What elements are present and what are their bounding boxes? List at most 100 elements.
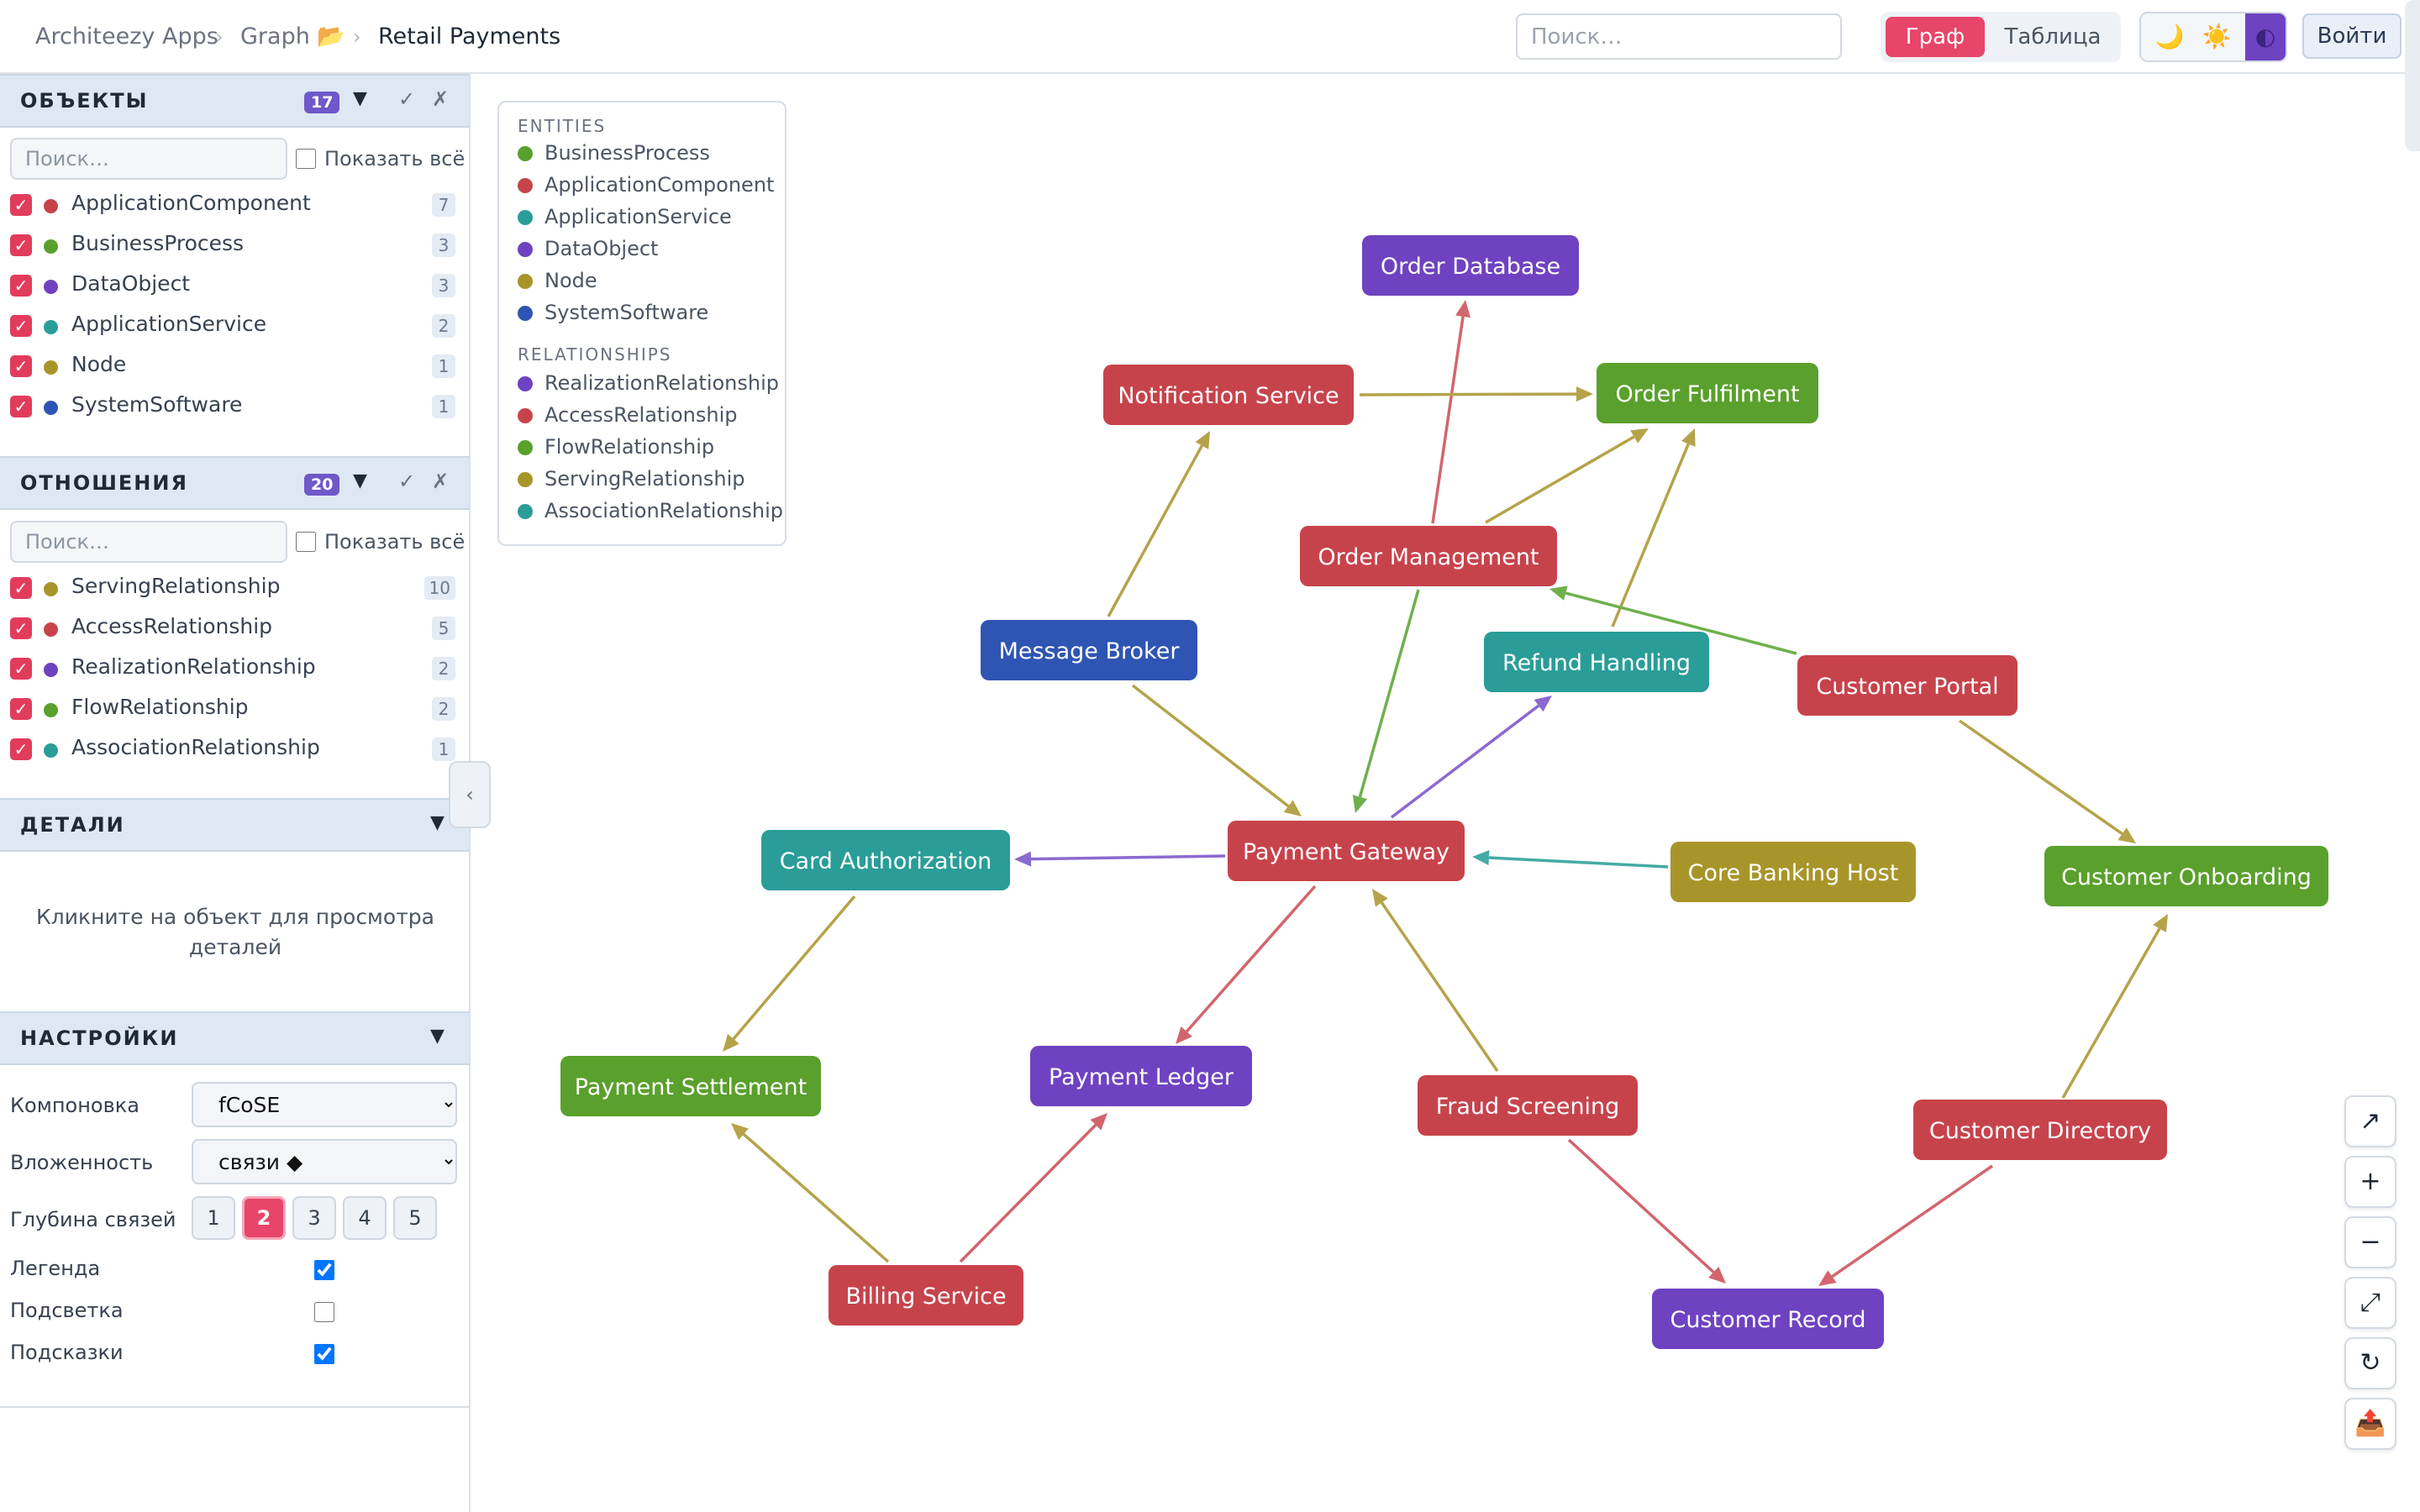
node-payment-ledger[interactable]: Payment Ledger — [1030, 1046, 1252, 1106]
edge-core-banking-host-to-payment-gateway[interactable] — [1488, 856, 1669, 869]
checkbox-checked-icon[interactable]: ✓ — [10, 577, 32, 599]
legend-toggle-checkbox[interactable] — [314, 1260, 334, 1280]
depth-option-button[interactable]: 3 — [292, 1196, 336, 1240]
node-order-management[interactable]: Order Management — [1300, 526, 1557, 586]
node-customer-directory[interactable]: Customer Directory — [1913, 1100, 2167, 1160]
edge-fraud-screening-to-customer-record[interactable] — [1567, 1138, 1715, 1273]
checkbox-checked-icon[interactable]: ✓ — [10, 275, 32, 297]
node-refund-handling[interactable]: Refund Handling — [1484, 632, 1709, 692]
objects-show-all-checkbox[interactable] — [296, 149, 316, 169]
edge-customer-directory-to-customer-record[interactable] — [1831, 1164, 1993, 1278]
checkbox-checked-icon[interactable]: ✓ — [10, 194, 32, 216]
highlight-toggle-checkbox[interactable] — [314, 1302, 334, 1322]
filter-row[interactable]: ✓ BusinessProcess 3 — [10, 228, 455, 262]
filter-row[interactable]: ✓ SystemSoftware 1 — [10, 390, 455, 423]
breadcrumb-app-link[interactable]: Architeezy Apps — [35, 23, 218, 51]
filter-row[interactable]: ✓ DataObject 3 — [10, 269, 455, 302]
clear-relations-button[interactable]: ✗ — [432, 470, 449, 493]
filter-row[interactable]: ✓ ApplicationComponent 7 — [10, 188, 455, 222]
table-view-button[interactable]: Таблица — [1990, 17, 2116, 57]
export-button[interactable]: 📤 — [2344, 1398, 2396, 1450]
edge-payment-gateway-to-refund-handling[interactable] — [1390, 704, 1540, 819]
depth-option-button[interactable]: 4 — [343, 1196, 387, 1240]
details-section-header[interactable]: ДЕТАЛИ ▼ — [0, 798, 469, 852]
edge-billing-service-to-payment-ledger[interactable] — [959, 1123, 1097, 1263]
sun-icon[interactable]: ☀️ — [2193, 13, 2240, 60]
nesting-select[interactable]: связи ◆ — [192, 1139, 457, 1184]
node-core-banking-host[interactable]: Core Banking Host — [1670, 842, 1916, 902]
edge-customer-directory-to-customer-onboarding[interactable] — [2061, 927, 2161, 1099]
node-notification-service[interactable]: Notification Service — [1103, 365, 1354, 425]
node-customer-portal[interactable]: Customer Portal — [1797, 655, 2018, 716]
node-customer-onboarding[interactable]: Customer Onboarding — [2044, 846, 2328, 906]
relations-show-all[interactable]: Показать всё — [296, 521, 465, 563]
node-customer-record[interactable]: Customer Record — [1652, 1289, 1884, 1349]
depth-option-button[interactable]: 5 — [393, 1196, 437, 1240]
zoom-out-button[interactable]: − — [2344, 1216, 2396, 1268]
edge-order-management-to-order-database[interactable] — [1431, 316, 1465, 524]
edge-customer-portal-to-customer-onboarding[interactable] — [1959, 719, 2123, 836]
edge-billing-service-to-payment-settlement[interactable] — [742, 1132, 890, 1263]
layout-select[interactable]: fCoSE — [192, 1082, 457, 1127]
chevron-down-icon[interactable]: ▼ — [353, 88, 367, 109]
collapse-sidebar-button[interactable]: ‹ — [449, 761, 491, 828]
node-payment-settlement[interactable]: Payment Settlement — [560, 1056, 821, 1116]
global-search-input[interactable] — [1516, 13, 1842, 60]
depth-option-button[interactable]: 1 — [192, 1196, 235, 1240]
filter-row[interactable]: ✓ ApplicationService 2 — [10, 309, 455, 343]
node-message-broker[interactable]: Message Broker — [981, 620, 1197, 680]
filter-row[interactable]: ✓ ServingRelationship 10 — [10, 571, 455, 605]
filter-row[interactable]: ✓ FlowRelationship 2 — [10, 692, 455, 726]
chevron-down-icon[interactable]: ▼ — [430, 1026, 445, 1047]
edge-payment-gateway-to-payment-ledger[interactable] — [1185, 885, 1317, 1033]
node-fraud-screening[interactable]: Fraud Screening — [1418, 1075, 1638, 1136]
depth-option-button[interactable]: 2 — [242, 1196, 286, 1240]
graph-view-button[interactable]: Граф — [1886, 17, 1985, 57]
open-external-button[interactable]: ↗ — [2344, 1095, 2396, 1147]
filter-row[interactable]: ✓ AccessRelationship 5 — [10, 612, 455, 645]
select-all-objects-button[interactable]: ✓ — [398, 87, 415, 111]
edge-message-broker-to-notification-service[interactable] — [1107, 444, 1203, 617]
checkbox-checked-icon[interactable]: ✓ — [10, 234, 32, 256]
relations-search-input[interactable] — [10, 521, 287, 563]
objects-show-all[interactable]: Показать всё — [296, 138, 465, 180]
checkbox-checked-icon[interactable]: ✓ — [10, 617, 32, 639]
objects-search-input[interactable] — [10, 138, 287, 180]
checkbox-checked-icon[interactable]: ✓ — [10, 396, 32, 417]
relations-show-all-checkbox[interactable] — [296, 532, 316, 552]
edge-order-management-to-payment-gateway[interactable] — [1358, 589, 1420, 798]
edge-order-management-to-order-fulfilment[interactable] — [1485, 435, 1635, 524]
edge-payment-gateway-to-card-authorization[interactable] — [1030, 854, 1226, 861]
checkbox-checked-icon[interactable]: ✓ — [10, 658, 32, 680]
node-billing-service[interactable]: Billing Service — [829, 1265, 1023, 1326]
edge-notification-service-to-order-fulfilment[interactable] — [1359, 392, 1577, 396]
filter-row[interactable]: ✓ RealizationRelationship 2 — [10, 652, 455, 685]
node-order-fulfilment[interactable]: Order Fulfilment — [1597, 363, 1818, 423]
checkbox-checked-icon[interactable]: ✓ — [10, 315, 32, 337]
filter-row[interactable]: ✓ AssociationRelationship 1 — [10, 732, 455, 766]
login-button[interactable]: Войти — [2302, 13, 2402, 59]
chevron-down-icon[interactable]: ▼ — [353, 470, 367, 491]
edge-card-authorization-to-payment-settlement[interactable] — [732, 895, 856, 1040]
zoom-in-button[interactable]: + — [2344, 1156, 2396, 1208]
objects-section-header[interactable]: ОБЪЕКТЫ 17 ▼ ✓ ✗ — [0, 74, 469, 128]
contrast-icon[interactable]: ◐ — [2245, 13, 2286, 60]
filter-row[interactable]: ✓ Node 1 — [10, 349, 455, 383]
chevron-down-icon[interactable]: ▼ — [430, 812, 445, 833]
settings-section-header[interactable]: НАСТРОЙКИ ▼ — [0, 1011, 469, 1065]
edge-refund-handling-to-order-fulfilment[interactable] — [1611, 443, 1690, 627]
checkbox-checked-icon[interactable]: ✓ — [10, 698, 32, 720]
moon-icon[interactable]: 🌙 — [2146, 13, 2193, 60]
checkbox-checked-icon[interactable]: ✓ — [10, 738, 32, 760]
relations-section-header[interactable]: ОТНОШЕНИЯ 20 ▼ ✓ ✗ — [0, 456, 469, 510]
node-payment-gateway[interactable]: Payment Gateway — [1228, 821, 1465, 881]
select-all-relations-button[interactable]: ✓ — [398, 470, 415, 493]
checkbox-checked-icon[interactable]: ✓ — [10, 355, 32, 377]
edge-message-broker-to-payment-gateway[interactable] — [1131, 684, 1290, 808]
node-order-database[interactable]: Order Database — [1362, 235, 1579, 296]
node-card-authorization[interactable]: Card Authorization — [761, 830, 1010, 890]
breadcrumb-graph-link[interactable]: Graph 📂 — [240, 23, 345, 51]
clear-objects-button[interactable]: ✗ — [432, 87, 449, 111]
fit-view-button[interactable]: ⤢ — [2344, 1277, 2396, 1329]
tooltips-toggle-checkbox[interactable] — [314, 1344, 334, 1364]
